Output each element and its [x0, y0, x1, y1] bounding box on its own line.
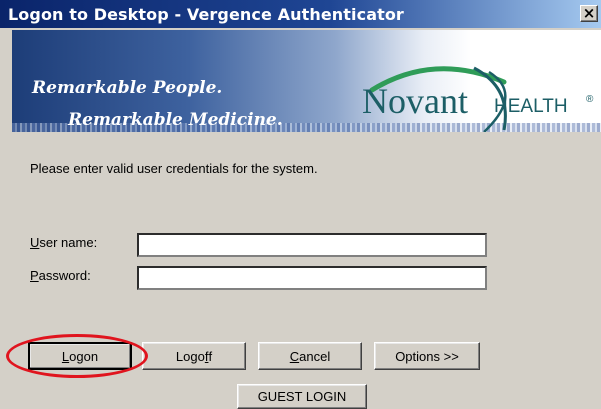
username-label-rest: ser name:	[39, 235, 98, 250]
password-label-rest: assword:	[38, 268, 91, 283]
username-input[interactable]	[137, 233, 487, 257]
username-label-accel: U	[30, 235, 40, 250]
close-button[interactable]: ×	[580, 5, 598, 22]
logo-health-text: HEALTH	[494, 96, 568, 117]
cancel-button[interactable]: Cancel	[258, 342, 362, 370]
password-input[interactable]	[137, 266, 487, 290]
password-label-accel: P	[30, 268, 39, 283]
cancel-accel: C	[289, 348, 300, 364]
close-icon: ×	[582, 4, 596, 22]
logo-registered-mark: ®	[586, 94, 594, 105]
logon-button[interactable]: Logon	[28, 342, 132, 370]
branding-banner: Remarkable People. Remarkable Medicine. …	[12, 30, 601, 132]
logoff-pre: Logo	[175, 348, 205, 364]
novant-health-logo: Novant HEALTH ®	[354, 60, 601, 132]
logoff-post: f	[208, 348, 213, 364]
options-button[interactable]: Options >>	[374, 342, 480, 370]
logon-rest: ogon	[69, 348, 99, 364]
password-label: Password:	[30, 268, 91, 283]
logon-dialog: Logon to Desktop - Vergence Authenticato…	[0, 0, 601, 409]
username-label: User name:	[30, 235, 97, 250]
logoff-button[interactable]: Logo f f	[142, 342, 246, 370]
tagline-line-1: Remarkable People.	[32, 78, 223, 98]
title-bar[interactable]: Logon to Desktop - Vergence Authenticato…	[0, 0, 601, 30]
logo-novant-text: Novant	[362, 81, 468, 121]
tagline-line-2: Remarkable Medicine.	[68, 110, 283, 130]
cancel-rest: ancel	[299, 348, 331, 364]
instructions-text: Please enter valid user credentials for …	[30, 161, 318, 176]
logon-accel: L	[61, 348, 70, 364]
window-title: Logon to Desktop - Vergence Authenticato…	[8, 5, 404, 24]
guest-login-button[interactable]: GUEST LOGIN	[237, 384, 367, 409]
